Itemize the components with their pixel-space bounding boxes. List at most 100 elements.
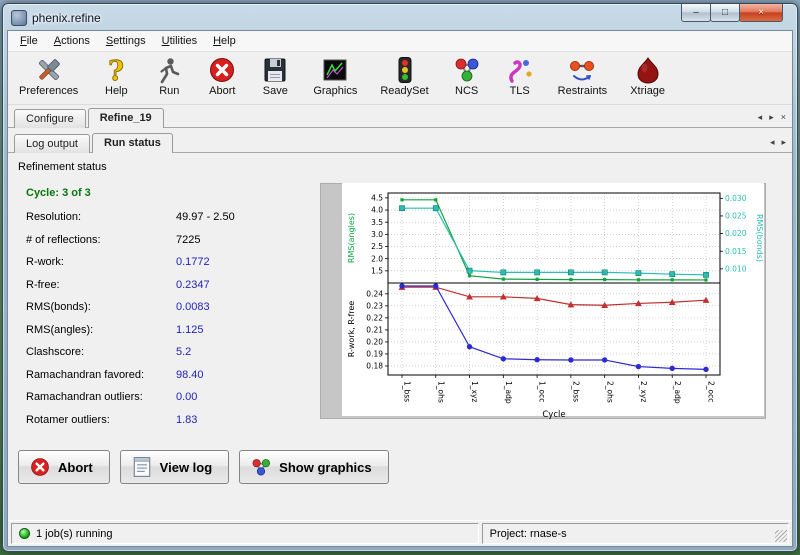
status-label: RMS(bonds): <box>26 301 176 313</box>
menu-help[interactable]: Help <box>205 32 244 50</box>
resize-grip[interactable] <box>775 530 787 542</box>
svg-text:2.5: 2.5 <box>371 242 383 251</box>
maximize-button[interactable]: □ <box>710 4 740 22</box>
svg-text:0.21: 0.21 <box>366 326 383 335</box>
status-value: 0.2347 <box>176 279 210 291</box>
subtab-scroll-right-icon[interactable]: ▸ <box>781 137 786 147</box>
status-value: 98.40 <box>176 369 204 381</box>
status-label: Clashscore: <box>26 346 176 358</box>
menu-file[interactable]: File <box>12 32 46 50</box>
job-status-text: 1 job(s) running <box>36 528 112 540</box>
subtab-scroll-left-icon[interactable]: ◂ <box>770 137 775 147</box>
status-row-of-reflections: # of reflections:7225 <box>26 234 310 246</box>
status-value: 49.97 - 2.50 <box>176 211 235 223</box>
titlebar[interactable]: phenix.refine –□× <box>3 4 797 30</box>
svg-text:0.030: 0.030 <box>725 194 747 203</box>
tab-refine-19[interactable]: Refine_19 <box>88 108 164 128</box>
toolbar-save-button[interactable]: Save <box>257 54 293 98</box>
status-label: R-work: <box>26 256 176 268</box>
window-body: FileActionsSettingsUtilitiesHelp Prefere… <box>7 30 793 547</box>
status-label: # of reflections: <box>26 234 176 246</box>
button-label: Abort <box>58 460 93 475</box>
toolbar-label: Save <box>263 85 288 97</box>
ncs-icon <box>452 55 482 85</box>
status-label: RMS(angles): <box>26 324 176 336</box>
status-value: 1.125 <box>176 324 204 336</box>
status-row-ramachandran-favored: Ramachandran favored:98.40 <box>26 369 310 381</box>
tab-scroll-right-icon[interactable]: ▸ <box>769 112 774 122</box>
svg-text:2_adp: 2_adp <box>673 381 682 404</box>
window-controls: –□× <box>682 4 783 22</box>
toolbar-label: NCS <box>455 85 478 97</box>
button-label: Show graphics <box>279 460 371 475</box>
save-icon <box>260 55 290 85</box>
svg-text:0.015: 0.015 <box>725 247 747 256</box>
minimize-button[interactable]: – <box>681 4 711 22</box>
cycle-status: Cycle: 3 of 3 <box>26 187 310 199</box>
project-name-text: Project: rnase-s <box>490 528 567 540</box>
tab-scroll-left-icon[interactable]: ◂ <box>758 112 763 122</box>
toolbar-readyset-button[interactable]: ReadySet <box>377 54 431 98</box>
window-title: phenix.refine <box>32 11 101 25</box>
app-window: phenix.refine –□× FileActionsSettingsUti… <box>2 3 798 552</box>
show-graphics-button[interactable]: Show graphics <box>239 450 388 484</box>
run-status-panel: Refinement status Cycle: 3 of 3 Resoluti… <box>8 153 792 436</box>
subtab-log-output[interactable]: Log output <box>14 134 90 153</box>
status-value: 7225 <box>176 234 200 246</box>
toolbar-graphics-button[interactable]: Graphics <box>310 54 360 98</box>
restraints-icon <box>567 55 597 85</box>
toolbar-xtriage-button[interactable]: Xtriage <box>627 54 668 98</box>
svg-text:0.23: 0.23 <box>366 301 383 310</box>
svg-text:1_adp: 1_adp <box>504 381 513 404</box>
svg-text:1_bss: 1_bss <box>403 381 412 402</box>
subtab-run-status[interactable]: Run status <box>92 133 173 153</box>
toolbar-help-button[interactable]: ?Help <box>98 54 134 98</box>
chart-svg: 1.52.02.53.03.54.04.50.0100.0150.0200.02… <box>320 183 766 419</box>
status-row-rms-bonds: RMS(bonds):0.0083 <box>26 301 310 313</box>
status-value: 0.00 <box>176 391 197 403</box>
tab-nav: ◂▸ <box>770 137 786 149</box>
svg-text:RMS(angles): RMS(angles) <box>347 213 356 263</box>
tab-configure[interactable]: Configure <box>14 109 86 128</box>
toolbar-run-button[interactable]: Run <box>151 54 187 98</box>
svg-text:1_ohs: 1_ohs <box>436 381 445 403</box>
svg-text:0.20: 0.20 <box>366 338 383 347</box>
svg-text:0.010: 0.010 <box>725 264 747 273</box>
status-row-resolution: Resolution:49.97 - 2.50 <box>26 211 310 223</box>
view-log-button[interactable]: View log <box>120 450 230 484</box>
status-grid: Cycle: 3 of 3 Resolution:49.97 - 2.50# o… <box>18 181 310 436</box>
menu-actions[interactable]: Actions <box>46 32 98 50</box>
sub-tabrow: Log outputRun status◂▸ <box>8 130 792 153</box>
tls-icon <box>505 55 535 85</box>
graphics-icon <box>320 55 350 85</box>
menu-settings[interactable]: Settings <box>98 32 154 50</box>
tab-nav: ◂ ▸ × <box>758 112 786 124</box>
toolbar-preferences-button[interactable]: Preferences <box>16 54 81 98</box>
toolbar-label: Help <box>105 85 128 97</box>
toolbar-label: Graphics <box>313 85 357 97</box>
status-row-r-work: R-work:0.1772 <box>26 256 310 268</box>
refinement-chart: 1.52.02.53.03.54.04.50.0100.0150.0200.02… <box>320 183 766 419</box>
svg-text:1.5: 1.5 <box>371 266 383 275</box>
svg-text:1_xyz: 1_xyz <box>470 381 479 402</box>
toolbar-label: Xtriage <box>630 85 665 97</box>
menu-utilities[interactable]: Utilities <box>154 32 205 50</box>
svg-text:0.18: 0.18 <box>366 362 383 371</box>
statusbar: 1 job(s) running Project: rnase-s <box>8 520 792 546</box>
svg-text:RMS(bonds): RMS(bonds) <box>755 214 764 262</box>
toolbar-label: ReadySet <box>380 85 428 97</box>
svg-text:R-work, R-free: R-work, R-free <box>347 301 356 358</box>
toolbar-ncs-button[interactable]: NCS <box>449 54 485 98</box>
abort-icon <box>207 55 237 85</box>
toolbar-abort-button[interactable]: Abort <box>204 54 240 98</box>
svg-text:?: ? <box>108 56 124 85</box>
tab-close-icon[interactable]: × <box>781 112 786 122</box>
status-value: 0.0083 <box>176 301 210 313</box>
close-button[interactable]: × <box>739 4 783 22</box>
preferences-icon <box>34 55 64 85</box>
status-label: Resolution: <box>26 211 176 223</box>
toolbar-tls-button[interactable]: TLS <box>502 54 538 98</box>
abort-button[interactable]: Abort <box>18 450 110 484</box>
status-value: 0.1772 <box>176 256 210 268</box>
toolbar-restraints-button[interactable]: Restraints <box>555 54 611 98</box>
